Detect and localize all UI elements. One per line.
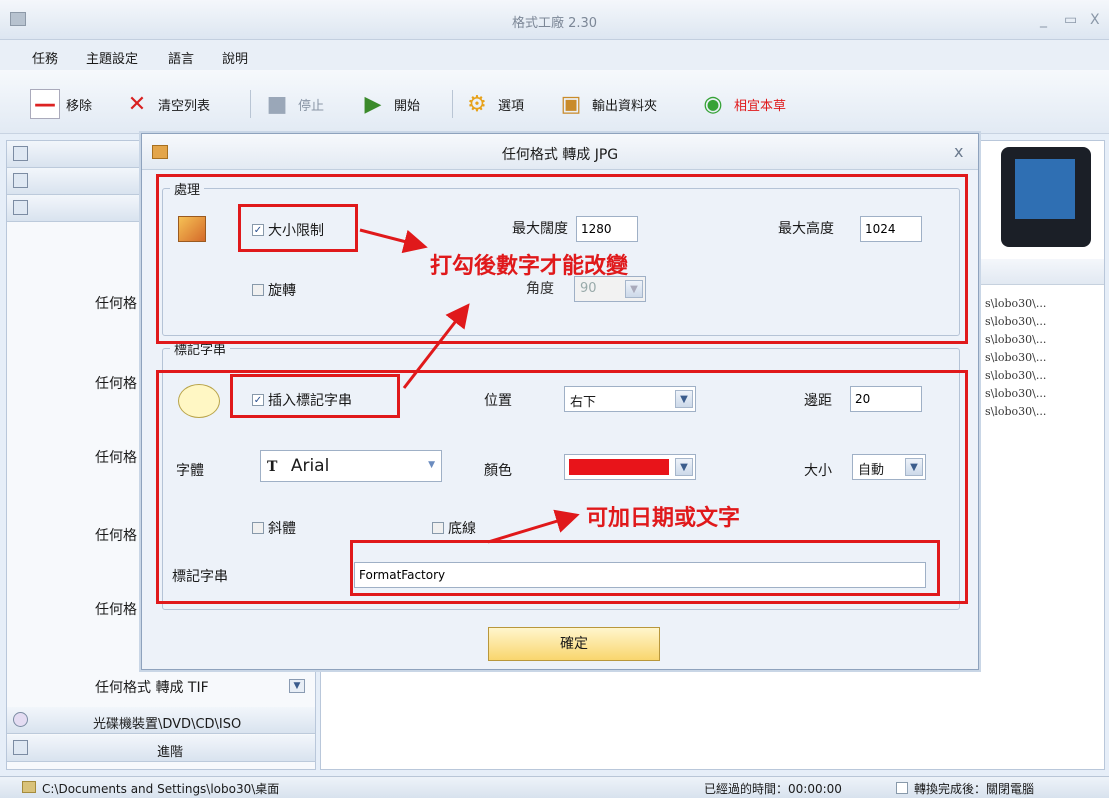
toolbar: — 移除 ✕ 清空列表 ■ 停止 ▶ 開始 ⚙ 選項 ▣ 輸出資料夾 ◉ 相宜本…: [0, 70, 1109, 134]
recommend-label: 相宜本草: [734, 98, 787, 114]
menu-bar: 任務 主題設定 語言 說明: [0, 40, 1109, 70]
minimize-button[interactable]: _: [1040, 12, 1047, 28]
output-folder-button[interactable]: ▣ 輸出資料夾: [556, 84, 657, 124]
arrow-to-note2: [487, 509, 580, 544]
jpg-settings-dialog: 任何格式 轉成 JPG x 處理 ✓ 大小限制 最大闊度 最大高度 旋轉 角度 …: [141, 133, 979, 670]
image-icon: [13, 200, 28, 215]
status-path: C:\Documents and Settings\lobo30\桌面: [42, 782, 280, 796]
options-label: 選項: [498, 98, 525, 114]
maximize-button[interactable]: ▭: [1064, 12, 1077, 28]
clear-list-button[interactable]: ✕ 清空列表: [122, 84, 210, 124]
shutdown-checkbox[interactable]: [896, 782, 908, 794]
menu-language[interactable]: 語言: [168, 48, 194, 67]
recommend-button[interactable]: ◉ 相宜本草: [698, 84, 786, 124]
list-item[interactable]: 任何格: [95, 599, 137, 619]
advanced-icon: [13, 740, 28, 755]
list-item[interactable]: 任何格: [95, 373, 137, 393]
globe-icon: ◉: [703, 91, 723, 117]
toolbar-separator: [250, 90, 251, 118]
remove-label: 移除: [66, 98, 93, 114]
window-title: 格式工廠 2.30: [511, 16, 598, 31]
list-item[interactable]: 任何格: [95, 525, 137, 545]
dvd-label: 光碟機裝置\DVD\CD\ISO: [93, 717, 242, 732]
stop-label: 停止: [298, 98, 325, 114]
options-button[interactable]: ⚙ 選項: [462, 84, 524, 124]
clear-list-label: 清空列表: [158, 98, 211, 114]
list-item[interactable]: s\lobo30\...: [985, 405, 1046, 418]
menu-theme[interactable]: 主題設定: [86, 48, 138, 67]
remove-button[interactable]: — 移除: [30, 84, 92, 124]
status-bar: C:\Documents and Settings\lobo30\桌面 已經過的…: [0, 776, 1109, 798]
output-folder-label: 輸出資料夾: [592, 98, 658, 114]
list-item[interactable]: s\lobo30\...: [985, 369, 1046, 382]
category-dvd[interactable]: 光碟機裝置\DVD\CD\ISO: [7, 707, 315, 734]
clear-x-icon: ✕: [127, 91, 147, 117]
list-item[interactable]: s\lobo30\...: [985, 333, 1046, 346]
menu-help[interactable]: 說明: [222, 48, 248, 67]
after-done-label: 轉換完成後：關閉電腦: [914, 782, 1035, 796]
title-bar: 格式工廠 2.30 _ ▭ X: [0, 0, 1109, 40]
close-button[interactable]: X: [1090, 12, 1100, 28]
list-item[interactable]: s\lobo30\...: [985, 351, 1046, 364]
phone-screen: [1015, 159, 1075, 219]
video-icon: [13, 146, 28, 161]
list-item[interactable]: 任何格: [95, 293, 137, 313]
disc-icon: [13, 712, 28, 727]
start-button[interactable]: ▶ 開始: [358, 84, 420, 124]
annotation-arrows: [359, 228, 580, 544]
arrow-up: [402, 303, 470, 389]
list-item[interactable]: 任何格: [95, 447, 137, 467]
menu-task[interactable]: 任務: [32, 48, 58, 67]
start-icon: ▶: [364, 91, 382, 117]
chevron-down-icon[interactable]: ▼: [289, 679, 305, 693]
remove-icon: —: [30, 89, 60, 119]
stop-icon: ■: [266, 91, 288, 117]
category-advanced[interactable]: 進階: [7, 735, 315, 762]
folder-icon: ▣: [560, 91, 582, 117]
phone-image: [1001, 147, 1091, 247]
stop-button[interactable]: ■ 停止: [262, 84, 324, 124]
advanced-label: 進階: [157, 745, 184, 760]
folder-icon: [22, 781, 36, 793]
list-item[interactable]: s\lobo30\...: [985, 387, 1046, 400]
elapsed-time: 已經過的時間：00:00:00: [704, 782, 842, 796]
list-item[interactable]: s\lobo30\...: [985, 315, 1046, 328]
arrow-to-note1: [359, 228, 428, 254]
list-item[interactable]: s\lobo30\...: [985, 297, 1046, 310]
toolbar-separator: [452, 90, 453, 118]
gear-icon: ⚙: [467, 91, 487, 117]
file-column-header: [971, 259, 1104, 285]
start-label: 開始: [394, 98, 421, 114]
audio-icon: [13, 173, 28, 188]
list-item-tif[interactable]: 任何格式 轉成 TIF: [95, 677, 209, 697]
